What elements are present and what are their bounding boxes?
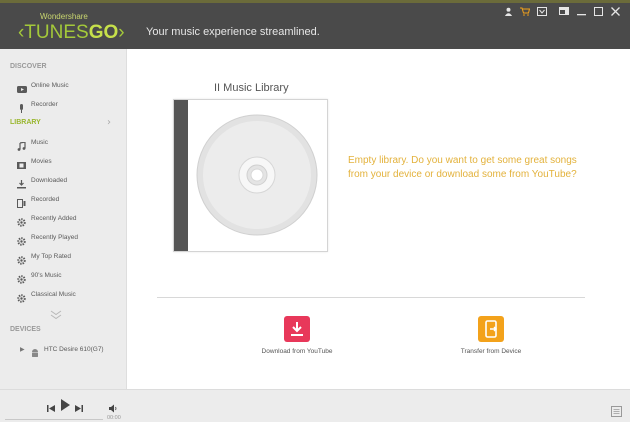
header-top-strip: [0, 0, 630, 3]
expand-more-icon[interactable]: [50, 307, 62, 320]
microphone-icon: [17, 100, 26, 113]
transfer-from-device-label: Transfer from Device: [460, 348, 522, 355]
header-window-controls: [498, 4, 622, 18]
sidebar-item-classical-music[interactable]: Classical Music: [0, 286, 127, 303]
cd-case-spine: [174, 100, 188, 251]
previous-track-icon[interactable]: [47, 400, 56, 412]
feedback-icon[interactable]: [535, 4, 549, 18]
playback-progress-bar[interactable]: [5, 419, 103, 420]
app-header: Wondershare ‹TUNESGO› Your music experie…: [0, 0, 630, 49]
youtube-icon: [17, 81, 27, 93]
sidebar: DISCOVER Online Music Recorder LIBRARY ›…: [0, 49, 127, 389]
transfer-from-device-button[interactable]: Transfer from Device: [431, 316, 551, 360]
library-section-title: LIBRARY: [10, 119, 41, 126]
chevron-right-icon: ›: [107, 117, 111, 128]
mini-player-icon[interactable]: [557, 4, 571, 18]
gear-icon: [17, 252, 26, 265]
gear-icon: [17, 214, 26, 227]
sidebar-item-label: Downloaded: [31, 177, 68, 184]
download-from-youtube-label: Download from YouTube: [261, 348, 333, 355]
cd-disc-icon: [196, 114, 318, 236]
sidebar-item-label: Recently Added: [31, 215, 77, 222]
film-icon: [17, 157, 26, 169]
app-tagline: Your music experience streamlined.: [146, 26, 320, 38]
sidebar-item-movies[interactable]: Movies: [0, 153, 127, 170]
sidebar-item-online-music[interactable]: Online Music: [0, 77, 127, 94]
sidebar-item-label: Classical Music: [31, 291, 76, 298]
sidebar-item-downloaded[interactable]: Downloaded: [0, 172, 127, 189]
sidebar-item-label: Recorded: [31, 196, 60, 203]
menu-icon[interactable]: [611, 404, 622, 417]
sidebar-item-my-top-rated[interactable]: My Top Rated: [0, 248, 127, 265]
sidebar-device-item[interactable]: ▶ HTC Desire 610(G7): [0, 343, 127, 357]
download-icon[interactable]: [284, 316, 310, 342]
sidebar-library-header[interactable]: LIBRARY ›: [0, 116, 127, 130]
empty-library-message: Empty library. Do you want to get some g…: [348, 155, 577, 180]
gear-icon: [17, 290, 26, 303]
sidebar-item-90s-music[interactable]: 90's Music: [0, 267, 127, 284]
sidebar-item-label: 90's Music: [31, 272, 62, 279]
sidebar-item-label: Recorder: [31, 101, 58, 108]
expand-triangle-icon[interactable]: ▶: [20, 346, 25, 353]
playback-time: 00:00: [107, 415, 121, 421]
content-divider: [157, 297, 585, 298]
android-icon: [30, 345, 40, 357]
music-library-title: II Music Library: [214, 82, 289, 94]
sidebar-item-label: Music: [31, 139, 48, 146]
download-icon: [17, 176, 26, 189]
sidebar-item-label: Online Music: [31, 82, 69, 89]
discover-section-title: DISCOVER: [10, 63, 47, 70]
logo-name: ‹TUNESGO›: [18, 22, 125, 43]
gear-icon: [17, 233, 26, 246]
sidebar-item-recently-played[interactable]: Recently Played: [0, 229, 127, 246]
sidebar-item-label: Movies: [31, 158, 52, 165]
logo-brand: Wondershare: [40, 12, 88, 21]
recorded-icon: [17, 195, 26, 208]
sidebar-item-label: Recently Played: [31, 234, 78, 241]
volume-icon[interactable]: [109, 400, 118, 413]
device-name: HTC Desire 610(G7): [44, 346, 104, 353]
sidebar-item-music[interactable]: Music: [0, 134, 127, 151]
app-logo: Wondershare ‹TUNESGO›: [18, 10, 128, 44]
minimize-icon[interactable]: [574, 4, 588, 18]
phone-transfer-icon[interactable]: [478, 316, 504, 342]
logo-name-prefix: TUNES: [24, 22, 89, 43]
empty-library-cd-illustration: [173, 99, 328, 252]
devices-section-title: DEVICES: [10, 326, 41, 333]
play-icon[interactable]: [60, 398, 70, 411]
maximize-icon[interactable]: [591, 4, 605, 18]
music-note-icon: [17, 138, 26, 151]
player-bar: 00:00: [0, 389, 630, 422]
gear-icon: [17, 271, 26, 284]
next-track-icon[interactable]: [74, 400, 83, 412]
sidebar-item-recently-added[interactable]: Recently Added: [0, 210, 127, 227]
download-from-youtube-button[interactable]: Download from YouTube: [237, 316, 357, 360]
logo-name-suffix: GO: [88, 22, 119, 43]
cart-icon[interactable]: [518, 4, 532, 18]
sidebar-item-recorded[interactable]: Recorded: [0, 191, 127, 208]
close-icon[interactable]: [608, 4, 622, 18]
sidebar-item-label: My Top Rated: [31, 253, 71, 260]
sidebar-item-recorder[interactable]: Recorder: [0, 96, 127, 113]
user-icon[interactable]: [501, 4, 515, 18]
